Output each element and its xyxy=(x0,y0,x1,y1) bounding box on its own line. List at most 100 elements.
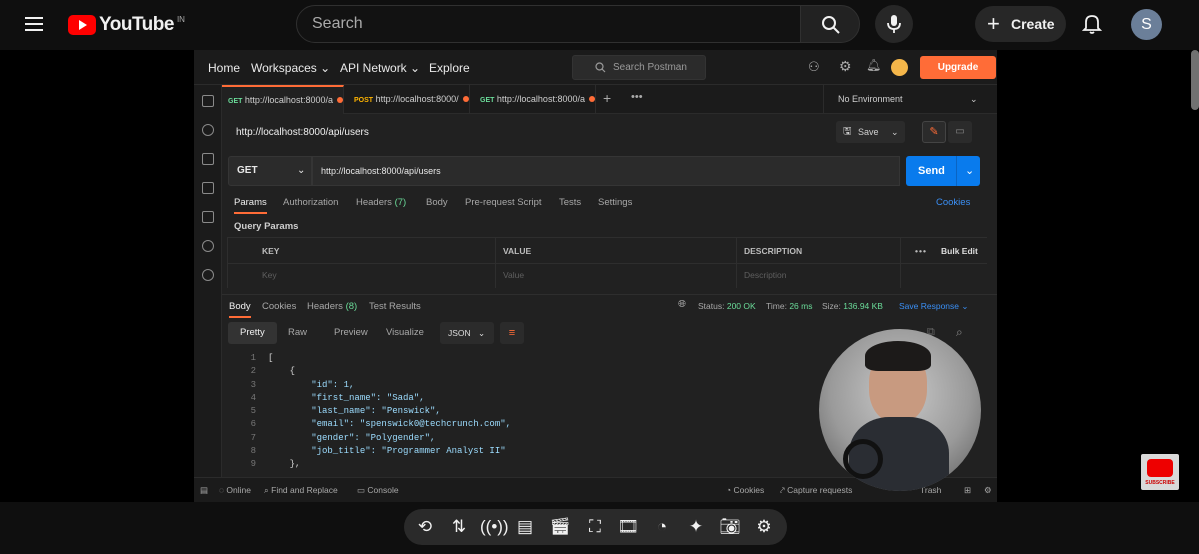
description-input[interactable]: Description xyxy=(744,270,787,280)
cookies-button[interactable]: ◔ Cookies xyxy=(726,485,764,495)
tab-pre-request-script[interactable]: Pre-request Script xyxy=(465,197,542,208)
film-icon[interactable]: 🎞︎ xyxy=(617,516,639,538)
search-input[interactable]: Search xyxy=(296,5,801,43)
broadcast-icon[interactable]: ((•)) xyxy=(480,516,509,538)
comments-icon[interactable]: ▭ xyxy=(948,121,972,143)
mock-servers-icon[interactable] xyxy=(202,211,214,223)
clapperboard-icon[interactable]: 🎬︎ xyxy=(549,516,571,538)
postman-search-placeholder: Search Postman xyxy=(613,62,687,73)
voice-search-button[interactable] xyxy=(875,5,913,43)
invite-user-icon[interactable]: ⚇ xyxy=(808,59,820,75)
tab-settings[interactable]: Settings xyxy=(598,197,632,208)
fullscreen-frame-icon[interactable]: ⛶ xyxy=(584,516,606,538)
send-label: Send xyxy=(918,165,945,177)
response-tab-cookies[interactable]: Cookies xyxy=(262,301,296,312)
online-label: Online xyxy=(226,485,251,495)
method-select[interactable]: GET ⌄ xyxy=(228,156,312,186)
page-scrollbar[interactable] xyxy=(1191,50,1199,110)
nav-explore[interactable]: Explore xyxy=(429,61,470,75)
value-input[interactable]: Value xyxy=(503,270,524,280)
apis-icon[interactable] xyxy=(202,153,214,165)
status-online[interactable]: ◌ Online xyxy=(219,485,251,495)
nav-api-network-label: API Network xyxy=(340,61,407,75)
country-code: IN xyxy=(176,14,185,24)
save-button[interactable]: 🖫︎ Save ⌄ xyxy=(836,121,905,143)
cookies-link[interactable]: Cookies xyxy=(936,197,970,208)
nav-workspaces[interactable]: Workspaces ⌄ xyxy=(251,61,330,75)
code-line: 9 }, xyxy=(228,458,828,471)
send-button[interactable]: Send ⌄ xyxy=(906,156,980,186)
notifications-bell-icon[interactable] xyxy=(1082,13,1102,35)
more-options-icon[interactable]: ••• xyxy=(915,246,927,256)
save-response-button[interactable]: Save Response ⌄ xyxy=(899,301,969,312)
account-avatar[interactable]: S xyxy=(1131,9,1162,40)
code-line: 7 "gender": "Polygender", xyxy=(228,432,828,445)
upgrade-button[interactable]: Upgrade xyxy=(920,56,996,79)
format-select[interactable]: JSON ⌄ xyxy=(440,322,494,344)
environment-select[interactable]: No Environment ⌄ xyxy=(823,85,997,114)
view-raw[interactable]: Raw xyxy=(288,322,307,344)
trash-icon[interactable] xyxy=(202,95,214,107)
history-icon[interactable] xyxy=(202,269,214,281)
notification-bell-icon[interactable]: 🔔︎ xyxy=(866,58,881,72)
tab-headers[interactable]: Headers (7) xyxy=(356,197,406,208)
new-tab-plus-icon[interactable]: + xyxy=(603,90,611,106)
headphones-icon xyxy=(843,439,883,479)
repeat-icon[interactable]: ⟲ xyxy=(414,516,436,538)
more-tabs-icon[interactable]: ••• xyxy=(631,91,643,103)
response-code[interactable]: 1[ 2 { 3 "id": 1, 4 "first_name": "Sada"… xyxy=(228,352,828,472)
capture-requests-button[interactable]: ⤤ Capture requests xyxy=(780,485,852,496)
flows-icon[interactable] xyxy=(202,240,214,252)
tab-params[interactable]: Params xyxy=(234,197,267,214)
key-input[interactable]: Key xyxy=(262,270,277,280)
response-tab-test-results[interactable]: Test Results xyxy=(369,301,421,312)
settings-gear-icon[interactable]: ⚙ xyxy=(753,516,775,538)
view-preview[interactable]: Preview xyxy=(334,322,368,344)
console-button[interactable]: ▭ Console xyxy=(357,485,399,496)
sidebar-toggle-icon[interactable]: ▤ xyxy=(200,485,208,496)
camera-icon[interactable]: 📷︎ xyxy=(719,516,741,538)
tab-body[interactable]: Body xyxy=(426,197,448,208)
speedometer-icon[interactable]: ◔ xyxy=(651,516,673,538)
view-pretty[interactable]: Pretty xyxy=(228,322,277,344)
nav-api-network[interactable]: API Network ⌄ xyxy=(340,61,420,75)
tab-tests[interactable]: Tests xyxy=(559,197,581,208)
tab-authorization[interactable]: Authorization xyxy=(283,197,338,208)
collections-icon[interactable] xyxy=(202,124,214,136)
create-button[interactable]: + Create xyxy=(975,6,1066,42)
search-response-icon[interactable]: ⌕ xyxy=(956,325,963,340)
response-tab-body[interactable]: Body xyxy=(229,301,251,318)
layout-icon[interactable]: ⊞ xyxy=(964,485,971,496)
wrap-lines-icon[interactable]: ≡ xyxy=(500,322,524,344)
edit-pencil-icon[interactable]: ✎ xyxy=(922,121,946,143)
response-tab-headers[interactable]: Headers (8) xyxy=(307,301,357,312)
code-text: "last_name": "Penswick", xyxy=(268,406,441,417)
sort-arrows-icon[interactable]: ⇅ xyxy=(448,516,470,538)
user-avatar[interactable] xyxy=(891,59,908,76)
nav-home[interactable]: Home xyxy=(208,61,240,75)
menu-icon[interactable] xyxy=(25,13,43,35)
view-visualize[interactable]: Visualize xyxy=(386,322,424,344)
request-tab[interactable]: POST http://localhost:8000/ xyxy=(348,85,470,114)
search-button[interactable] xyxy=(800,5,860,43)
code-line: 8 "job_title": "Programmer Analyst II" xyxy=(228,445,828,458)
save-label: Save xyxy=(858,127,879,137)
youtube-logo[interactable]: YouTube IN xyxy=(68,14,185,36)
postman-search-input[interactable]: Search Postman xyxy=(572,55,706,80)
code-text: "job_title": "Programmer Analyst II" xyxy=(268,446,506,457)
subscribe-badge[interactable]: SUBSCRIBE xyxy=(1141,454,1179,490)
chevron-down-icon: ⌄ xyxy=(297,165,306,176)
preview-icon[interactable]: ▤ xyxy=(514,516,536,538)
chevron-down-icon: ⌄ xyxy=(410,61,421,75)
request-tab[interactable]: GET http://localhost:8000/a xyxy=(474,85,596,114)
bulk-edit-button[interactable]: Bulk Edit xyxy=(941,246,978,256)
request-tab[interactable]: GET http://localhost:8000/a xyxy=(222,85,344,114)
settings-gear-icon[interactable]: ⚙ xyxy=(839,58,852,75)
environments-icon[interactable] xyxy=(202,182,214,194)
help-icon[interactable]: ⚙ xyxy=(984,485,992,496)
url-input[interactable]: http://localhost:8000/api/users xyxy=(312,156,900,186)
column-header-value: VALUE xyxy=(503,246,532,256)
column-header-description: DESCRIPTION xyxy=(744,246,803,256)
sparkle-frame-icon[interactable]: ✦ xyxy=(685,516,707,538)
find-replace-button[interactable]: ⌕ Find and Replace xyxy=(264,485,338,496)
